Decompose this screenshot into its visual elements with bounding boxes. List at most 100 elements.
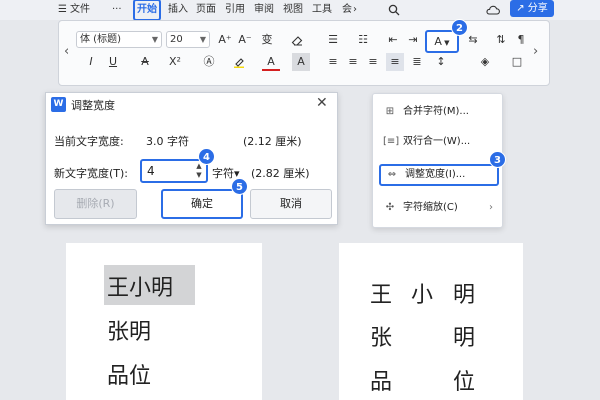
numbered-list-icon[interactable]: ☷	[354, 31, 372, 49]
share-icon: ↗	[516, 3, 525, 14]
step-badge-3: 3	[489, 151, 506, 168]
chevron-down-icon: ▼	[199, 35, 206, 44]
menu-item-char-scaling[interactable]: ✣ 字符缩放(C) ›	[379, 197, 499, 219]
border-icon[interactable]: □	[508, 53, 526, 71]
dialog-title: 调整宽度	[71, 99, 115, 112]
tab-references[interactable]: 引用	[225, 2, 245, 18]
strikethrough-icon[interactable]: A	[136, 53, 154, 71]
share-button[interactable]: ↗ 分享	[510, 0, 554, 17]
share-label: 分享	[527, 3, 548, 14]
app-window: ☰ 文件 ··· 开始 插入 页面 引用 审阅 视图 工具 会 › ↗ 分享 ‹…	[0, 0, 600, 400]
cancel-button[interactable]: 取消	[250, 189, 332, 219]
delete-button[interactable]: 删除(R)	[54, 189, 137, 219]
adjust-width-icon: ⇔	[387, 169, 397, 180]
decrease-indent-icon[interactable]: ⇤	[384, 31, 402, 49]
tab-tools[interactable]: 工具	[312, 2, 332, 18]
font-name-select[interactable]: 体 (标题) ▼	[76, 31, 162, 48]
menu-item-two-lines-in-one[interactable]: [≡] 双行合一(W)...	[379, 131, 499, 153]
clear-format-icon[interactable]	[288, 31, 306, 49]
menu-file[interactable]: 文件	[70, 2, 90, 18]
menu-more[interactable]: ···	[112, 2, 122, 18]
shrink-font-icon[interactable]: A⁻	[236, 31, 254, 49]
distribute-icon[interactable]: ≣	[408, 53, 426, 71]
tab-insert[interactable]: 插入	[168, 2, 188, 18]
font-size-value: 20	[170, 34, 183, 45]
tab-page[interactable]: 页面	[196, 2, 216, 18]
phonetic-guide-icon[interactable]: 变	[258, 31, 276, 49]
superscript-icon[interactable]: X²	[166, 53, 184, 71]
font-name-value: 体 (标题)	[80, 34, 121, 45]
step-badge-4: 4	[198, 148, 215, 165]
tab-home[interactable]: 开始	[133, 0, 161, 21]
doc-char[interactable]: 小	[411, 277, 433, 309]
font-color-icon[interactable]: A	[262, 53, 280, 71]
align-left-icon[interactable]: ≡	[324, 53, 342, 71]
step-badge-5: 5	[231, 178, 248, 195]
shading-icon[interactable]: ◈	[476, 53, 494, 71]
menu-item-label: 合并字符(M)...	[403, 106, 469, 117]
chevron-down-icon: ▼	[441, 39, 450, 47]
sort-icon[interactable]: ⇅	[492, 31, 510, 49]
doc-line[interactable]: 王小明	[107, 270, 173, 302]
doc-char[interactable]: 王	[370, 277, 392, 309]
new-width-cm: (2.82 厘米)	[251, 167, 310, 180]
ribbon-scroll-left[interactable]: ‹	[64, 44, 69, 59]
document-page-after	[339, 243, 523, 400]
cloud-icon[interactable]	[486, 2, 500, 18]
chinese-layout-label: A	[434, 35, 442, 48]
current-width-cm: (2.12 厘米)	[243, 135, 302, 148]
adjust-width-dialog: W 调整宽度 ✕ 当前文字宽度: 3.0 字符 (2.12 厘米) 新文字宽度(…	[45, 92, 338, 225]
chinese-layout-menu: ⊞ 合并字符(M)... [≡] 双行合一(W)... ⇔ 调整宽度(I)...…	[372, 93, 503, 228]
doc-line[interactable]: 品位	[107, 358, 151, 390]
char-scaling-icon: ✣	[385, 202, 395, 213]
combine-chars-icon: ⊞	[385, 106, 395, 117]
new-width-label: 新文字宽度(T):	[54, 167, 129, 180]
menu-item-combine-chars[interactable]: ⊞ 合并字符(M)...	[379, 101, 499, 123]
align-center-icon[interactable]: ≡	[344, 53, 362, 71]
doc-char[interactable]: 品	[370, 364, 392, 396]
show-marks-icon[interactable]: ¶	[512, 31, 530, 49]
search-icon[interactable]	[388, 2, 400, 18]
doc-char[interactable]: 张	[370, 320, 392, 352]
tab-meeting[interactable]: 会	[342, 2, 352, 18]
text-direction-icon[interactable]: ⇆	[464, 31, 482, 49]
doc-char[interactable]: 明	[453, 277, 475, 309]
wps-writer-icon: W	[51, 97, 66, 112]
close-icon[interactable]: ✕	[316, 95, 328, 111]
tab-view[interactable]: 视图	[283, 2, 303, 18]
current-width-label: 当前文字宽度:	[54, 135, 124, 148]
ok-button[interactable]: 确定	[161, 189, 243, 219]
line-spacing-icon[interactable]: ↕	[432, 53, 450, 71]
tab-overflow-icon[interactable]: ›	[353, 2, 357, 18]
new-width-input[interactable]: 4 ▲ ▼	[140, 159, 208, 183]
doc-char[interactable]: 明	[453, 320, 475, 352]
menu-item-label: 调整宽度(I)...	[405, 169, 466, 180]
menu-bar: ☰ 文件 ··· 开始 插入 页面 引用 审阅 视图 工具 会 › ↗ 分享	[0, 0, 600, 21]
doc-line[interactable]: 张明	[107, 314, 151, 346]
align-right-icon[interactable]: ≡	[364, 53, 382, 71]
highlight-icon[interactable]	[230, 53, 248, 71]
bullet-list-icon[interactable]: ☰	[324, 31, 342, 49]
character-shading-icon[interactable]: A	[292, 53, 310, 71]
current-width-value: 3.0 字符	[146, 135, 189, 148]
increase-indent-icon[interactable]: ⇥	[404, 31, 422, 49]
justify-icon[interactable]: ≡	[386, 53, 404, 71]
doc-char[interactable]: 位	[453, 364, 475, 396]
tab-review[interactable]: 审阅	[254, 2, 274, 18]
italic-icon[interactable]: I	[82, 53, 100, 71]
font-size-select[interactable]: 20 ▼	[166, 31, 210, 48]
menu-icon[interactable]: ☰	[58, 2, 67, 18]
spin-down-icon[interactable]: ▼	[194, 171, 204, 180]
step-badge-2: 2	[451, 19, 468, 36]
chevron-down-icon: ▼	[151, 35, 158, 44]
menu-item-label: 双行合一(W)...	[403, 136, 471, 147]
new-width-value: 4	[147, 164, 155, 178]
text-effect-icon[interactable]: Ⓐ	[200, 53, 218, 71]
chevron-right-icon: ›	[489, 202, 493, 213]
two-lines-icon: [≡]	[383, 136, 400, 147]
underline-icon[interactable]: U	[104, 53, 122, 71]
menu-item-adjust-width[interactable]: ⇔ 调整宽度(I)...	[379, 164, 499, 186]
ribbon-scroll-right[interactable]: ›	[533, 44, 538, 59]
grow-font-icon[interactable]: A⁺	[216, 31, 234, 49]
menu-item-label: 字符缩放(C)	[403, 202, 458, 213]
